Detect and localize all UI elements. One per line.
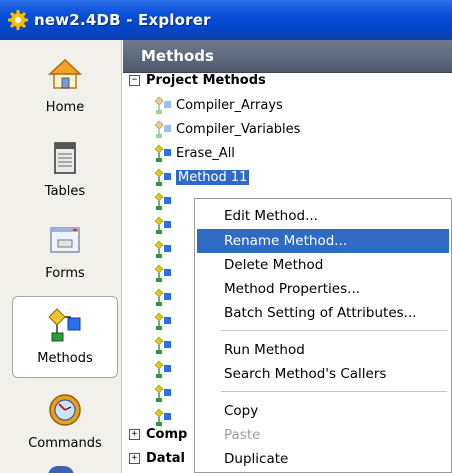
method-icon	[154, 96, 171, 114]
tree-item-method[interactable]: Compiler_Arrays	[153, 94, 283, 116]
menu-item-duplicate[interactable]: Duplicate	[197, 447, 449, 471]
tree-item-label: Erase_All	[176, 145, 235, 161]
expand-toggle[interactable]: +	[129, 428, 140, 440]
tree-item-method[interactable]: Compiler_Variables	[153, 118, 300, 140]
menu-item-paste[interactable]: Paste	[197, 423, 449, 447]
menu-separator	[221, 330, 447, 331]
menu-item-method-properties[interactable]: Method Properties...	[197, 277, 449, 301]
method-icon	[154, 192, 171, 210]
tree-item-method[interactable]: Erase_All	[153, 142, 235, 164]
home-icon	[48, 58, 82, 89]
tree-item-label: Compiler_Variables	[176, 121, 301, 137]
tree-item-label: Method 11	[176, 169, 250, 185]
tree-item-method[interactable]	[153, 334, 176, 356]
tree-item-method[interactable]	[153, 310, 176, 332]
menu-item-batch-attributes[interactable]: Batch Setting of Attributes...	[197, 301, 449, 325]
method-icon	[154, 168, 171, 186]
menu-item-edit-method[interactable]: Edit Method...	[197, 204, 449, 228]
menu-separator	[221, 391, 447, 392]
methods-icon	[48, 308, 81, 342]
menu-item-delete-method[interactable]: Delete Method	[197, 253, 449, 277]
method-icon	[154, 144, 171, 162]
sidebar-item-forms[interactable]: Forms	[12, 212, 118, 292]
menu-item-search-callers[interactable]: Search Method's Callers	[197, 362, 449, 386]
sidebar-item-label: Tables	[44, 184, 86, 199]
method-icon	[154, 264, 171, 282]
tree-item-method-selected[interactable]: Method 11	[153, 166, 250, 188]
tree-item-method[interactable]	[153, 358, 176, 380]
tree-group-project-methods[interactable]: − Project Methods	[129, 69, 266, 91]
sidebar-item-home[interactable]: Home	[12, 46, 118, 126]
sidebar-item-methods[interactable]: Methods	[12, 296, 118, 378]
sidebar-item-partial[interactable]	[48, 466, 74, 473]
app-gear-icon	[8, 10, 28, 30]
method-icon	[154, 360, 171, 378]
tree-item-method[interactable]	[153, 190, 176, 212]
commands-icon	[49, 394, 81, 426]
menu-item-copy[interactable]: Copy	[197, 399, 449, 423]
tables-icon	[54, 142, 76, 174]
tree-item-method[interactable]	[153, 262, 176, 284]
context-menu: Edit Method... Rename Method... Delete M…	[194, 198, 452, 473]
sidebar-item-label: Forms	[45, 266, 85, 281]
forms-icon	[50, 227, 80, 253]
tree-item-label: Compiler_Arrays	[176, 97, 283, 113]
tree-group-label: Comp	[146, 426, 188, 442]
sidebar-item-label: Methods	[37, 351, 93, 366]
menu-item-rename-method[interactable]: Rename Method...	[197, 229, 449, 253]
tree-item-method[interactable]	[153, 382, 176, 404]
method-icon	[154, 120, 171, 138]
method-icon	[154, 240, 171, 258]
method-icon	[154, 312, 171, 330]
method-icon	[154, 216, 171, 234]
tree-item-method[interactable]	[153, 238, 176, 260]
method-icon	[154, 288, 171, 306]
sidebar-item-tables[interactable]: Tables	[12, 130, 118, 210]
method-icon	[154, 384, 171, 402]
tree-group-collapsed[interactable]: + Datal	[129, 447, 185, 469]
explorer-sidebar: Home Tables Forms Methods Commands	[0, 40, 122, 473]
tree-item-method[interactable]	[153, 286, 176, 308]
sidebar-item-label: Home	[45, 100, 85, 115]
expand-toggle[interactable]: +	[129, 452, 140, 464]
tree-item-method[interactable]	[153, 214, 176, 236]
tree-group-label: Project Methods	[146, 72, 266, 88]
sidebar-item-label: Commands	[28, 436, 102, 451]
collapse-toggle[interactable]: −	[129, 74, 140, 86]
tree-group-label: Datal	[146, 450, 186, 466]
tree-group-collapsed[interactable]: + Comp	[129, 423, 187, 445]
method-icon	[154, 336, 171, 354]
sidebar-item-commands[interactable]: Commands	[12, 382, 118, 462]
window-title: new2.4DB - Explorer	[34, 11, 211, 29]
window-titlebar: new2.4DB - Explorer	[0, 0, 452, 40]
menu-item-run-method[interactable]: Run Method	[197, 338, 449, 362]
